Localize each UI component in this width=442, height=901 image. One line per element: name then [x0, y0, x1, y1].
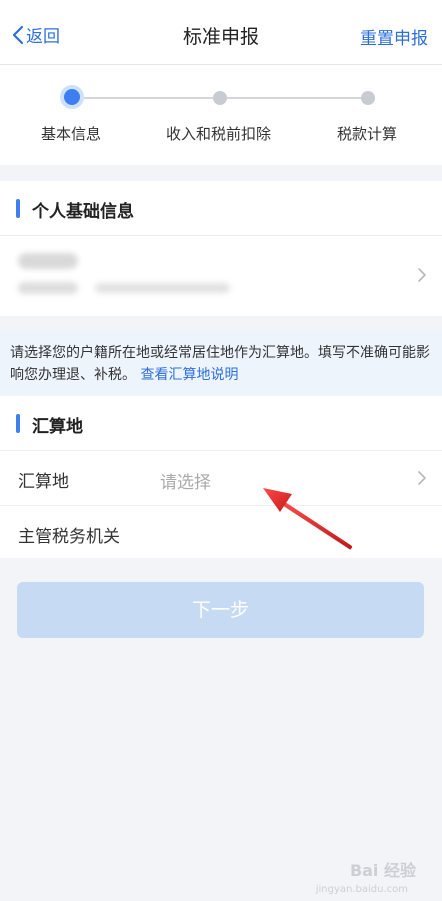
progress-steps: 基本信息 收入和税前扣除 税款计算	[0, 65, 442, 165]
step-connector	[72, 97, 220, 99]
top-nav-bar: 返回 标准申报 重置申报	[0, 0, 442, 65]
watermark-url: jingyan.baidu.com	[315, 884, 408, 895]
section-header: 个人基础信息	[0, 181, 442, 235]
settlement-explanation-link[interactable]: 查看汇算地说明	[140, 367, 238, 383]
section-accent-bar	[16, 199, 20, 218]
tax-authority-row[interactable]: 主管税务机关	[0, 505, 442, 560]
redacted-name	[18, 253, 78, 269]
section-header: 汇算地	[0, 396, 442, 450]
step-label-basic-info: 基本信息	[41, 125, 102, 143]
step-dot	[213, 91, 227, 105]
settlement-card: 汇算地 汇算地 请选择 主管税务机关	[0, 396, 442, 558]
personal-info-row[interactable]	[0, 235, 442, 316]
field-label: 汇算地	[18, 472, 69, 492]
step-label-income-deduction: 收入和税前扣除	[166, 125, 272, 143]
redacted-id-number	[95, 283, 230, 293]
field-label: 主管税务机关	[18, 527, 120, 547]
step-dot-active	[64, 89, 80, 105]
redacted-id-label	[18, 282, 78, 294]
step-connector	[220, 97, 368, 99]
chevron-right-icon	[418, 268, 426, 282]
settlement-location-row[interactable]: 汇算地 请选择	[0, 450, 442, 505]
settlement-notice: 请选择您的户籍所在地或经常居住地作为汇算地。填写不准确可能影响您办理退、补税。 …	[0, 330, 442, 396]
step-dot	[361, 91, 375, 105]
step-label-tax-calculation: 税款计算	[337, 125, 398, 143]
reset-declaration-button[interactable]: 重置申报	[360, 24, 428, 49]
chevron-right-icon	[418, 471, 426, 485]
personal-info-card: 个人基础信息	[0, 181, 442, 316]
section-title: 汇算地	[32, 417, 83, 437]
baidu-jingyan-watermark: Bai 经验	[349, 861, 416, 880]
section-accent-bar	[16, 414, 20, 433]
section-title: 个人基础信息	[32, 202, 134, 222]
settlement-location-select[interactable]: 请选择	[160, 468, 211, 493]
next-step-button[interactable]: 下一步	[17, 582, 424, 638]
